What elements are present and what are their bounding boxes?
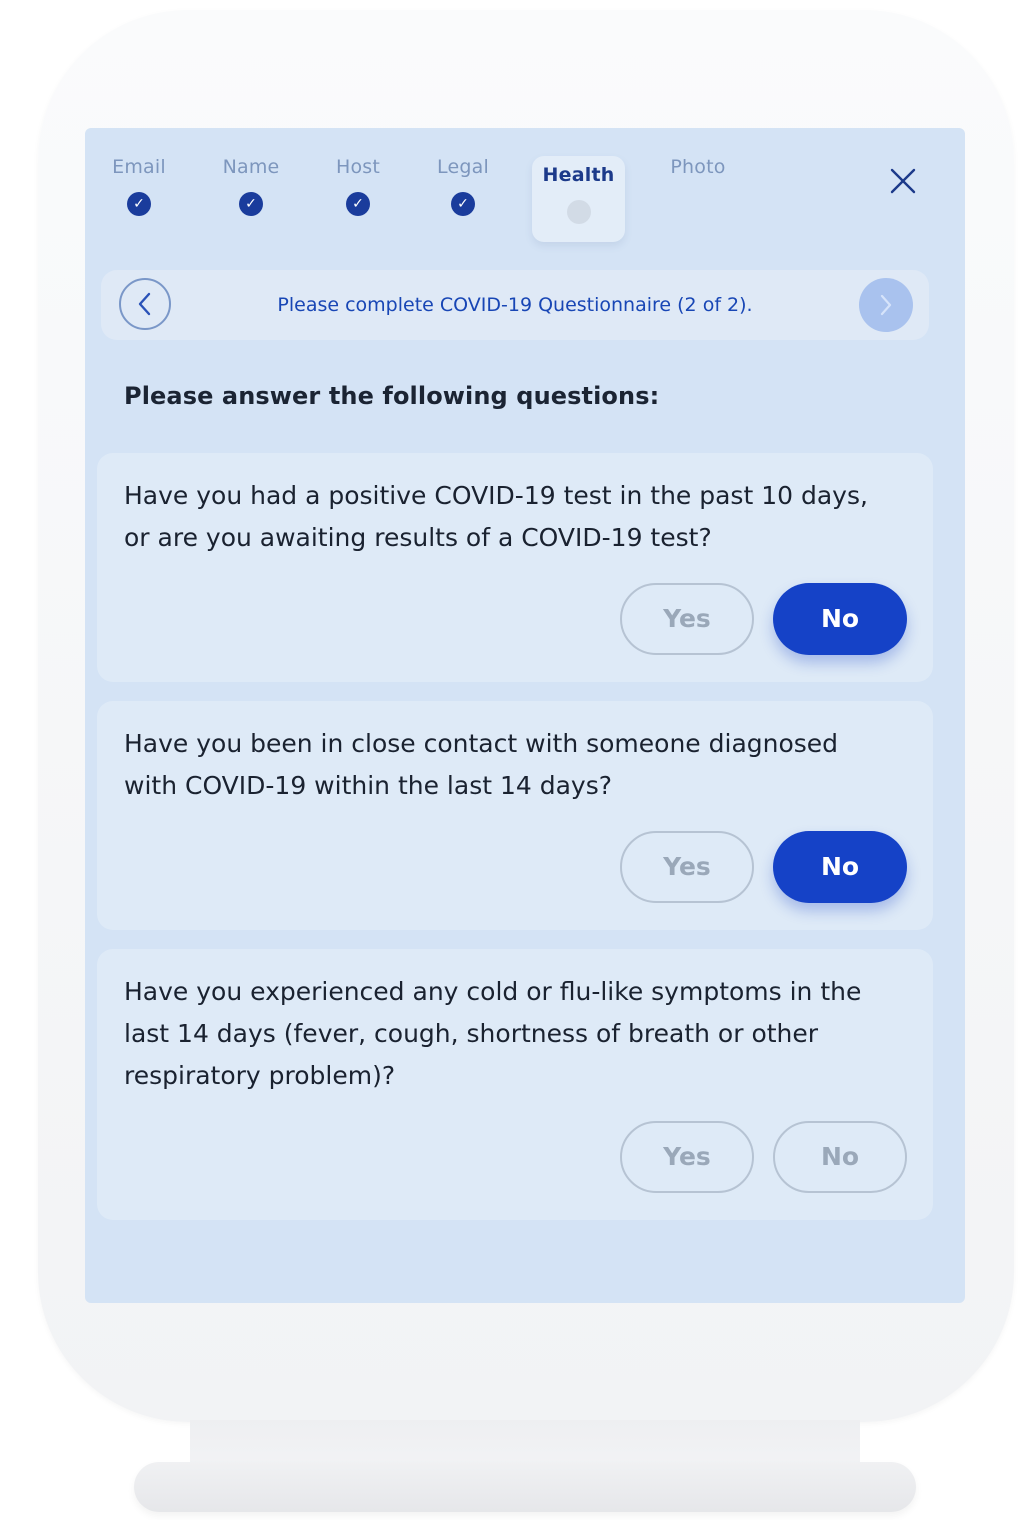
yes-button[interactable]: Yes bbox=[620, 1121, 754, 1193]
no-button[interactable]: No bbox=[773, 583, 907, 655]
back-button[interactable] bbox=[119, 278, 171, 330]
no-button[interactable]: No bbox=[773, 831, 907, 903]
kiosk-screen: Email ✓ Name ✓ Host ✓ Legal ✓ Health Pho… bbox=[85, 128, 965, 1303]
step-progress-bar: Email ✓ Name ✓ Host ✓ Legal ✓ Health Pho… bbox=[85, 128, 965, 248]
pending-dot-icon bbox=[566, 200, 591, 224]
check-icon: ✓ bbox=[239, 192, 263, 216]
step-host[interactable]: Host ✓ bbox=[308, 156, 408, 216]
question-text: Have you been in close contact with some… bbox=[124, 729, 839, 800]
question-card-2: Have you been in close contact with some… bbox=[97, 701, 933, 930]
questionnaire-banner: Please complete COVID-19 Questionnaire (… bbox=[101, 270, 929, 340]
next-button[interactable] bbox=[859, 278, 913, 332]
check-icon: ✓ bbox=[346, 192, 370, 216]
banner-text: Please complete COVID-19 Questionnaire (… bbox=[277, 294, 753, 316]
step-legal[interactable]: Legal ✓ bbox=[413, 156, 513, 216]
chevron-left-icon bbox=[138, 292, 151, 316]
section-heading: Please answer the following questions: bbox=[124, 382, 660, 410]
check-icon: ✓ bbox=[451, 192, 475, 216]
chevron-right-icon bbox=[880, 294, 892, 316]
check-icon: ✓ bbox=[127, 192, 151, 216]
step-photo[interactable]: Photo bbox=[648, 156, 748, 178]
step-label: Photo bbox=[670, 156, 726, 178]
step-label: Name bbox=[222, 156, 280, 178]
step-label: Host bbox=[335, 156, 381, 178]
kiosk-stand-base bbox=[134, 1462, 916, 1512]
step-health[interactable]: Health bbox=[532, 156, 625, 242]
yes-button[interactable]: Yes bbox=[620, 583, 754, 655]
step-name[interactable]: Name ✓ bbox=[201, 156, 301, 216]
step-email[interactable]: Email ✓ bbox=[89, 156, 189, 216]
step-label: Health bbox=[542, 164, 615, 186]
close-icon bbox=[890, 168, 916, 194]
close-button[interactable] bbox=[885, 163, 921, 199]
question-text: Have you experienced any cold or flu-lik… bbox=[124, 977, 862, 1090]
step-label: Legal bbox=[437, 156, 489, 178]
question-card-1: Have you had a positive COVID-19 test in… bbox=[97, 453, 933, 682]
question-card-3: Have you experienced any cold or flu-lik… bbox=[97, 949, 933, 1220]
no-button[interactable]: No bbox=[773, 1121, 907, 1193]
step-label: Email bbox=[112, 156, 166, 178]
question-text: Have you had a positive COVID-19 test in… bbox=[124, 481, 868, 552]
yes-button[interactable]: Yes bbox=[620, 831, 754, 903]
